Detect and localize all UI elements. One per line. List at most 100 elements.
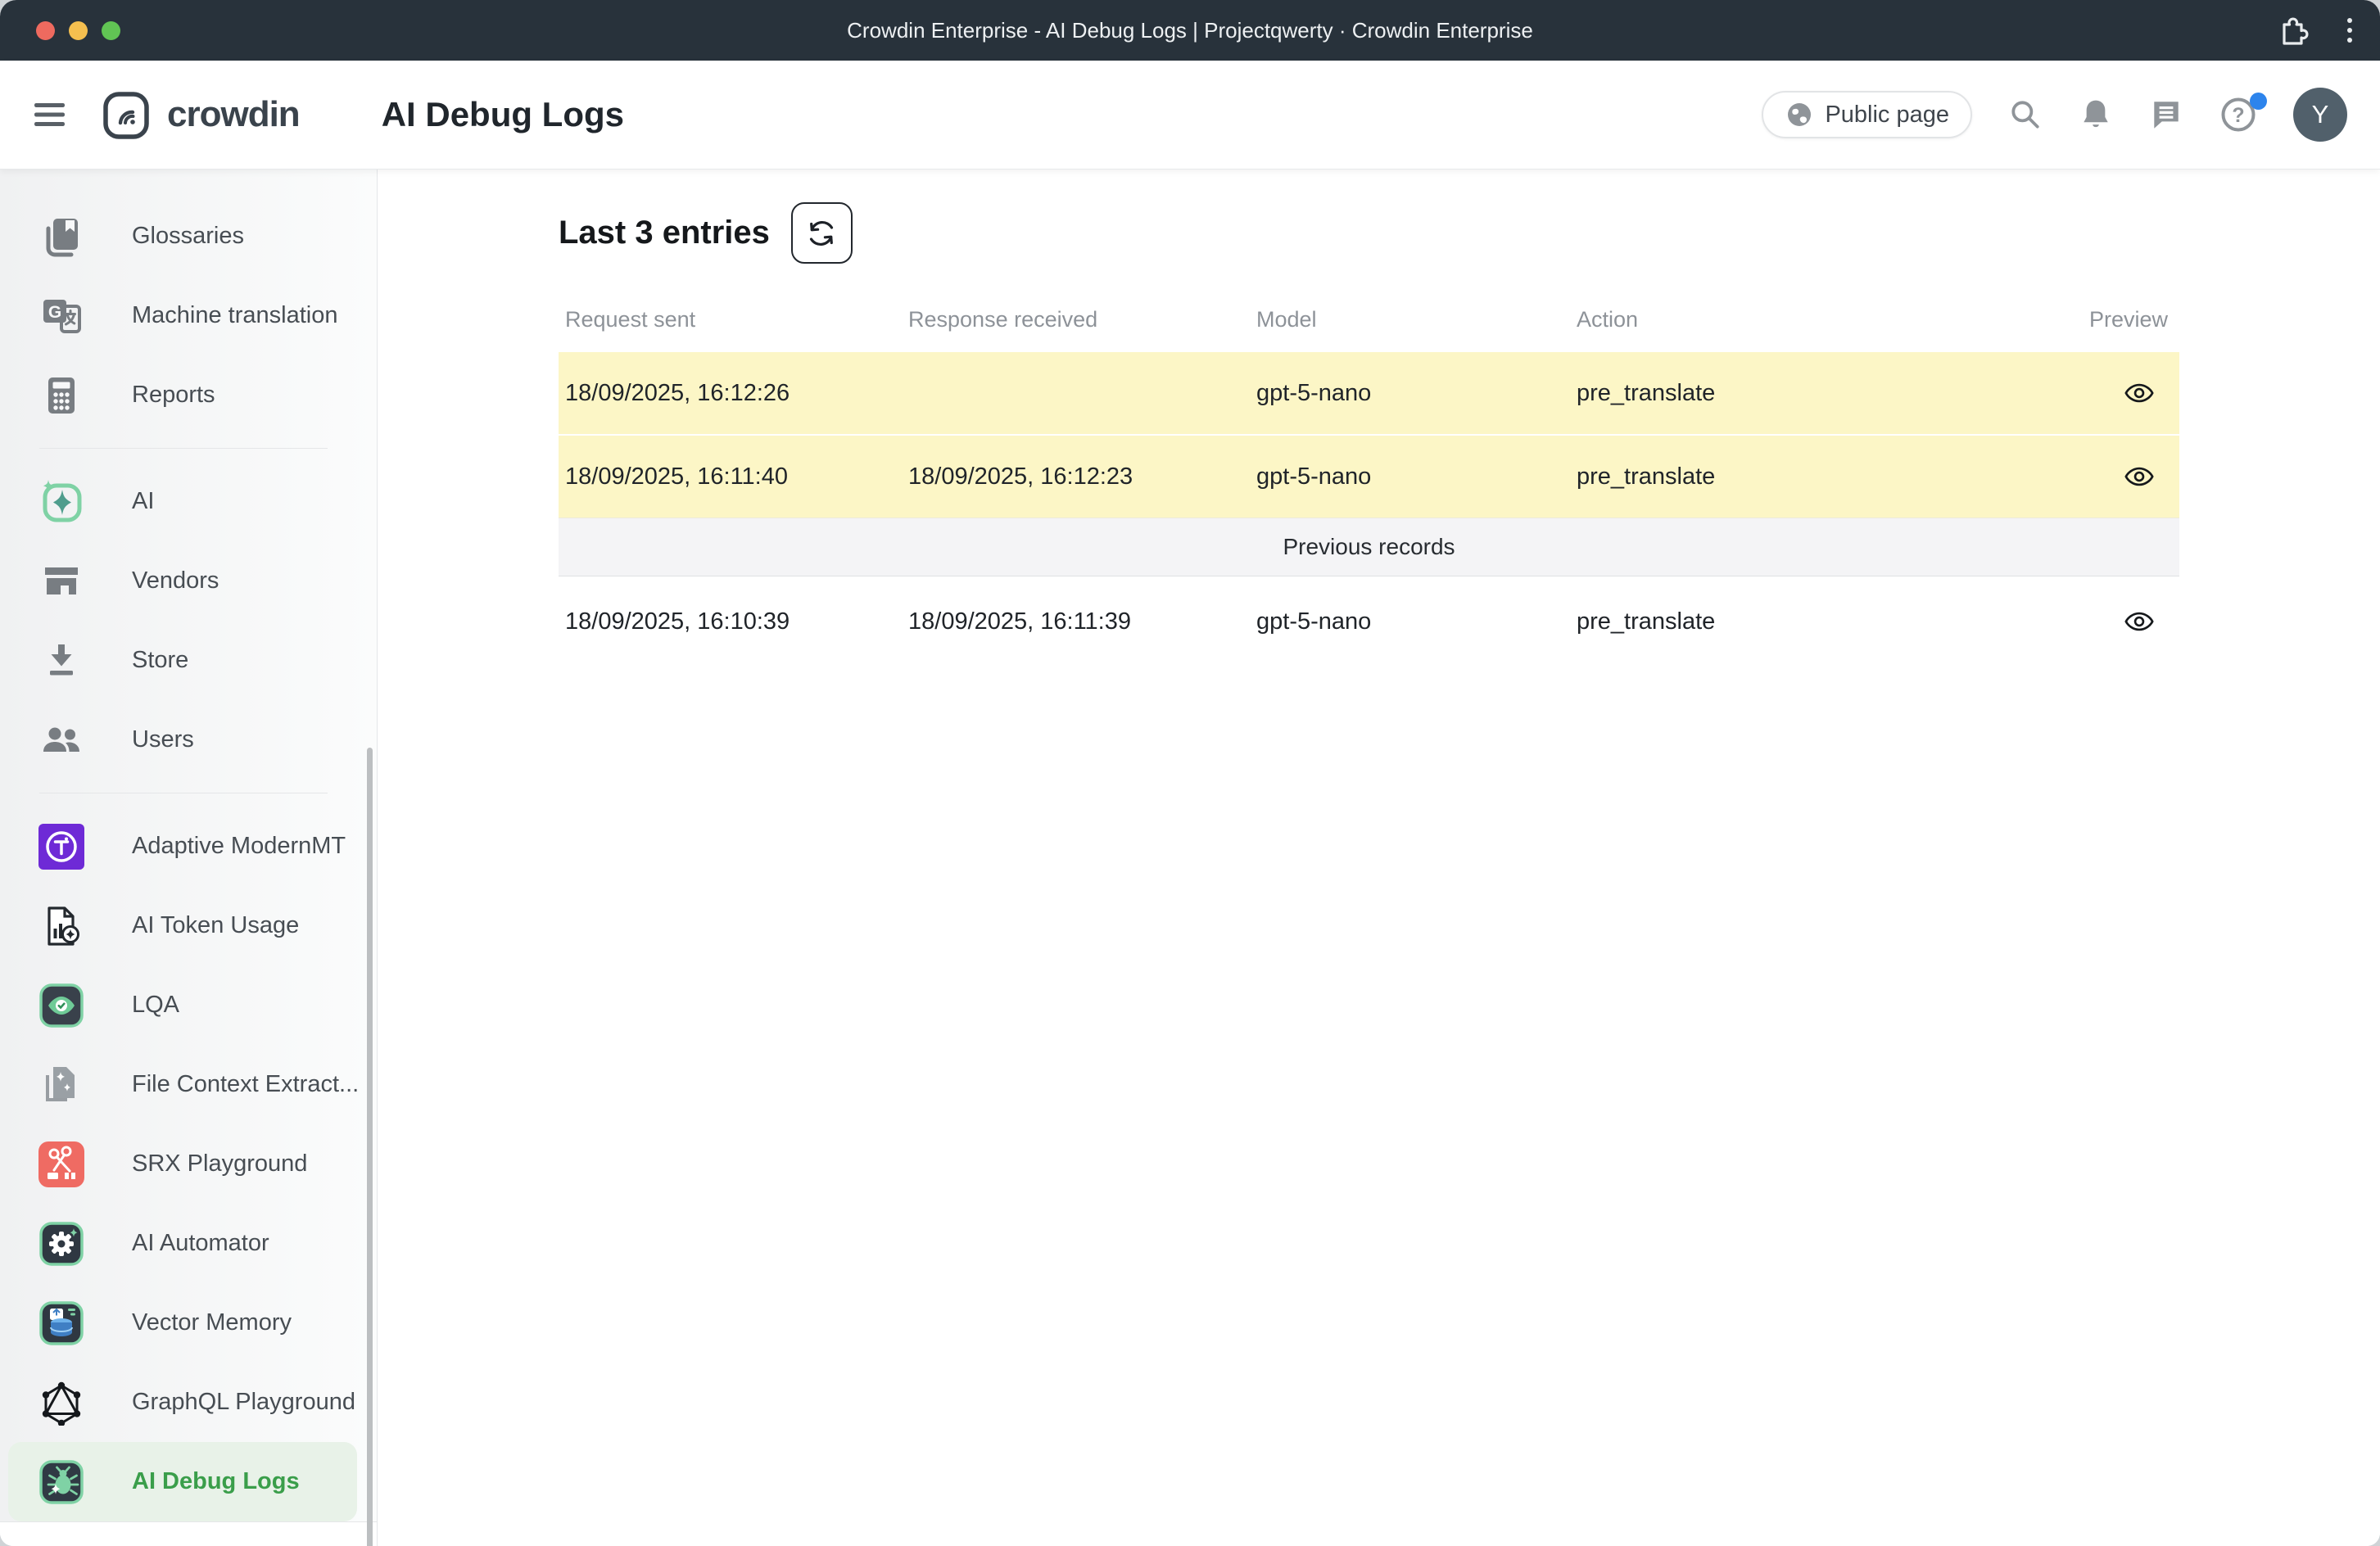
previous-records-button[interactable]: Previous records xyxy=(559,518,2179,576)
response-received-value: 18/09/2025, 16:12:23 xyxy=(902,463,1250,490)
sidebar-item-label: AI Automator xyxy=(132,1230,269,1257)
main-content: Last 3 entries Request sent Response rec… xyxy=(378,170,2380,1546)
model-value: gpt-5-nano xyxy=(1250,380,1570,407)
user-avatar[interactable]: Y xyxy=(2293,88,2347,142)
sidebar-item-adaptive-modernmt[interactable]: Adaptive ModernMT xyxy=(0,807,377,886)
model-value: gpt-5-nano xyxy=(1250,608,1570,635)
response-received-value: 18/09/2025, 16:11:39 xyxy=(902,608,1250,635)
column-header-preview: Preview xyxy=(2040,307,2179,332)
action-value: pre_translate xyxy=(1570,380,2040,407)
column-header-action: Action xyxy=(1570,307,2040,332)
page-title: AI Debug Logs xyxy=(382,95,624,134)
globe-icon xyxy=(1785,100,1814,129)
sidebar-item-users[interactable]: Users xyxy=(0,700,377,780)
browser-window: Crowdin Enterprise - AI Debug Logs | Pro… xyxy=(0,0,2380,1546)
entries-heading: Last 3 entries xyxy=(559,215,770,251)
sidebar-item-ai-automator[interactable]: AI Automator xyxy=(0,1204,377,1283)
model-value: gpt-5-nano xyxy=(1250,463,1570,490)
menu-hamburger-icon[interactable] xyxy=(34,102,67,127)
sidebar-item-graphql-playground[interactable]: GraphQL Playground xyxy=(0,1363,377,1442)
sidebar-item-vector-memory[interactable]: Vector Memory xyxy=(0,1283,377,1363)
titlebar: Crowdin Enterprise - AI Debug Logs | Pro… xyxy=(0,0,2380,61)
messages-chat-icon[interactable] xyxy=(2149,97,2183,132)
preview-eye-icon[interactable] xyxy=(2124,377,2155,409)
lqa-icon xyxy=(38,983,84,1028)
machine-translation-icon: G xyxy=(38,293,84,339)
column-header-model: Model xyxy=(1250,307,1570,332)
public-page-button[interactable]: Public page xyxy=(1762,91,1972,138)
help-icon[interactable]: ? xyxy=(2219,96,2257,133)
table-row: 18/09/2025, 16:12:26 gpt-5-nano pre_tran… xyxy=(559,352,2179,436)
sidebar-item-label: File Context Extract... xyxy=(132,1071,359,1098)
srx-playground-icon xyxy=(38,1141,84,1187)
svg-text:G: G xyxy=(48,303,61,322)
adaptive-modernmt-icon xyxy=(38,824,84,870)
table-header-row: Request sent Response received Model Act… xyxy=(559,287,2179,352)
maximize-window-button[interactable] xyxy=(102,21,120,40)
sidebar-item-label: AI Token Usage xyxy=(132,912,299,939)
notifications-bell-icon[interactable] xyxy=(2079,97,2113,132)
svg-text:?: ? xyxy=(2232,104,2244,127)
sidebar-item-label: Machine translation xyxy=(132,302,337,329)
sidebar-item-label: Adaptive ModernMT xyxy=(132,833,346,860)
sidebar-footer xyxy=(0,1521,377,1546)
sidebar-item-label: SRX Playground xyxy=(132,1150,307,1178)
sidebar-scrollbar[interactable] xyxy=(367,748,373,1546)
column-header-request-sent: Request sent xyxy=(559,307,902,332)
browser-menu-kebab-icon[interactable] xyxy=(2344,14,2355,47)
minimize-window-button[interactable] xyxy=(69,21,88,40)
sidebar-item-machine-translation[interactable]: G Machine translation xyxy=(0,276,377,355)
glossaries-icon xyxy=(38,214,84,260)
table-row: 18/09/2025, 16:10:39 18/09/2025, 16:11:3… xyxy=(559,576,2179,667)
extensions-puzzle-icon[interactable] xyxy=(2274,12,2310,48)
notification-dot-badge xyxy=(2250,93,2267,110)
crowdin-wordmark: crowdin xyxy=(167,94,300,135)
sidebar-item-label: LQA xyxy=(132,992,179,1019)
ai-icon xyxy=(38,479,84,525)
preview-eye-icon[interactable] xyxy=(2124,606,2155,637)
vector-memory-icon xyxy=(38,1300,84,1346)
crowdin-logo[interactable]: crowdin xyxy=(102,88,300,141)
request-sent-value: 18/09/2025, 16:11:40 xyxy=(559,463,902,490)
search-icon[interactable] xyxy=(2008,97,2043,132)
sidebar-item-ai-debug-logs[interactable]: AI Debug Logs xyxy=(8,1442,357,1521)
browser-tab-title: Crowdin Enterprise - AI Debug Logs | Pro… xyxy=(0,18,2380,43)
store-icon xyxy=(38,638,84,684)
app-header: crowdin AI Debug Logs Public page xyxy=(0,61,2380,170)
preview-eye-icon[interactable] xyxy=(2124,461,2155,492)
action-value: pre_translate xyxy=(1570,608,2040,635)
vendors-icon xyxy=(38,558,84,604)
sidebar-item-ai[interactable]: AI xyxy=(0,462,377,541)
debug-logs-table: Request sent Response received Model Act… xyxy=(559,287,2179,667)
refresh-button[interactable] xyxy=(791,202,853,264)
window-controls xyxy=(36,21,120,40)
crowdin-logo-icon xyxy=(102,88,154,141)
sidebar-item-reports[interactable]: Reports xyxy=(0,355,377,435)
action-value: pre_translate xyxy=(1570,463,2040,490)
table-row: 18/09/2025, 16:11:40 18/09/2025, 16:12:2… xyxy=(559,436,2179,518)
sidebar-item-file-context-extractor[interactable]: File Context Extract... xyxy=(0,1045,377,1124)
sidebar-item-label: Vector Memory xyxy=(132,1309,292,1336)
ai-automator-icon xyxy=(38,1221,84,1267)
ai-debug-logs-icon xyxy=(38,1459,84,1505)
public-page-label: Public page xyxy=(1825,102,1949,129)
file-context-extractor-icon xyxy=(38,1062,84,1108)
column-header-response-received: Response received xyxy=(902,307,1250,332)
refresh-icon xyxy=(805,217,838,250)
sidebar-item-vendors[interactable]: Vendors xyxy=(0,541,377,621)
sidebar-item-ai-token-usage[interactable]: AI Token Usage xyxy=(0,886,377,965)
sidebar-item-label: Store xyxy=(132,647,188,674)
sidebar-item-label: Glossaries xyxy=(132,223,244,250)
sidebar-divider xyxy=(39,448,328,449)
close-window-button[interactable] xyxy=(36,21,55,40)
sidebar-item-label: Users xyxy=(132,726,194,753)
sidebar-item-srx-playground[interactable]: SRX Playground xyxy=(0,1124,377,1204)
sidebar-item-glossaries[interactable]: Glossaries xyxy=(0,197,377,276)
sidebar-item-label: GraphQL Playground xyxy=(132,1389,355,1416)
sidebar-item-label: Vendors xyxy=(132,567,219,594)
request-sent-value: 18/09/2025, 16:12:26 xyxy=(559,380,902,407)
sidebar-item-lqa[interactable]: LQA xyxy=(0,965,377,1045)
graphql-playground-icon xyxy=(38,1380,84,1426)
sidebar-item-store[interactable]: Store xyxy=(0,621,377,700)
sidebar-item-label: Reports xyxy=(132,382,215,409)
